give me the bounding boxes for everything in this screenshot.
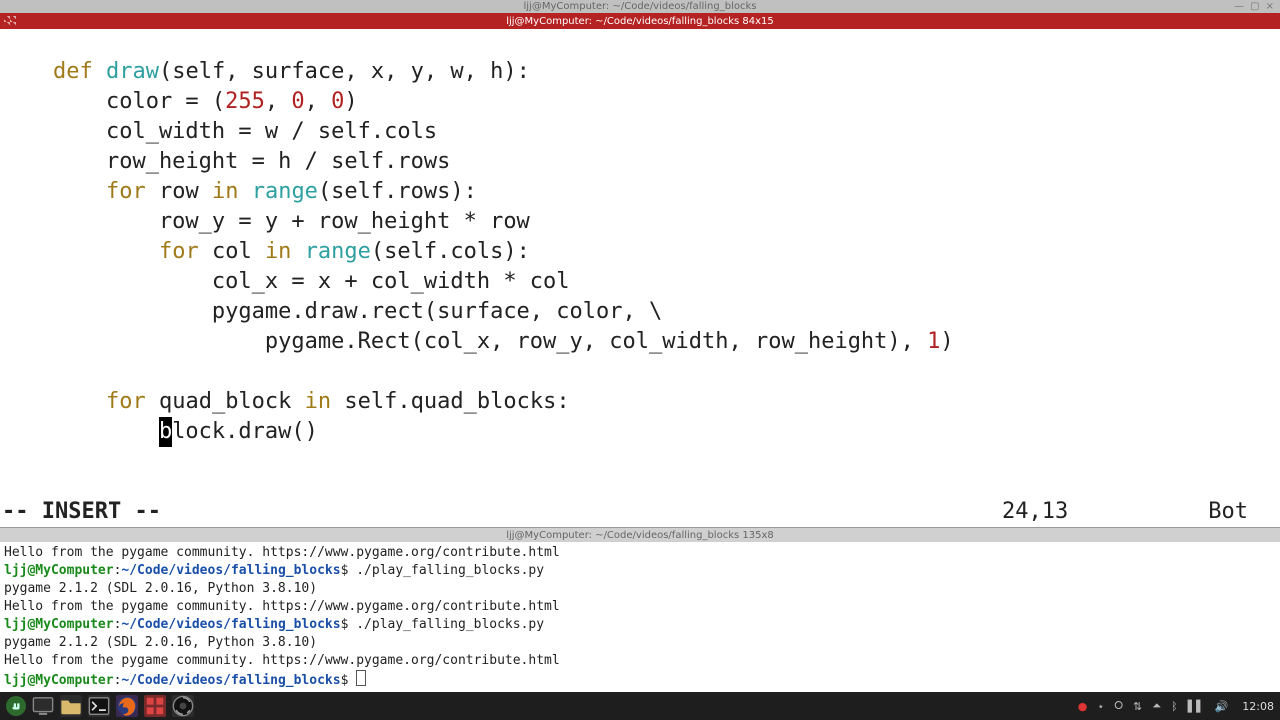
mint-logo-icon <box>9 699 23 713</box>
kw-in: in <box>212 179 239 204</box>
code-text <box>0 389 106 414</box>
vim-editor[interactable]: def draw(self, surface, x, y, w, h): col… <box>0 29 1280 497</box>
terminal-output: Hello from the pygame community. https:/… <box>4 545 560 560</box>
num-literal: 0 <box>291 89 304 114</box>
fn-range: range <box>305 239 371 264</box>
kw-for: for <box>106 389 146 414</box>
network-icon[interactable]: ⇅ <box>1133 700 1142 713</box>
file-manager-button[interactable] <box>60 695 82 717</box>
prompt-user: ljj@MyComputer <box>4 673 114 688</box>
code-text: , <box>305 89 332 114</box>
kw-in: in <box>305 389 332 414</box>
num-literal: 1 <box>927 329 940 354</box>
firefox-button[interactable] <box>116 695 138 717</box>
terminal-pane: ljj@MyComputer: ~/Code/videos/falling_bl… <box>0 528 1280 692</box>
prompt-user: ljj@MyComputer <box>4 617 114 632</box>
prompt-sep: $ <box>341 673 349 688</box>
vim-cursor-pos: 24,13 <box>1002 497 1068 527</box>
prompt-user: ljj@MyComputer <box>4 563 114 578</box>
system-tray: ● ⋆ ⭘ ⇅ ⏶ ᛒ ▌▌ 🔊 12:08 <box>1078 699 1274 713</box>
folder-icon <box>60 695 82 717</box>
app-button[interactable] <box>144 695 166 717</box>
code-text: pygame.Rect(col_x, row_y, col_width, row… <box>0 329 927 354</box>
terminal-command: ./play_falling_blocks.py <box>348 563 544 578</box>
desktop-icon <box>32 695 54 717</box>
grid-icon <box>144 695 166 717</box>
code-text <box>0 239 159 264</box>
prompt-path: ~/Code/videos/falling_blocks <box>121 617 340 632</box>
code-text: ) <box>344 89 357 114</box>
window-title: ljj@MyComputer: ~/Code/videos/falling_bl… <box>524 1 757 12</box>
terminal[interactable]: Hello from the pygame community. https:/… <box>0 542 1280 692</box>
terminal-output: Hello from the pygame community. https:/… <box>4 653 560 668</box>
code-text: col_x = x + col_width * col <box>0 269 570 294</box>
obs-icon <box>172 695 194 717</box>
terminal-icon <box>4 16 16 26</box>
editor-pane: ljj@MyComputer: ~/Code/videos/falling_bl… <box>0 13 1280 528</box>
code-text: lock.draw() <box>172 419 318 444</box>
terminal-icon <box>88 695 110 717</box>
editor-pane-title: ljj@MyComputer: ~/Code/videos/falling_bl… <box>506 16 774 27</box>
battery-icon[interactable]: ▌▌ <box>1188 700 1205 713</box>
terminal-output: Hello from the pygame community. https:/… <box>4 599 560 614</box>
tray-icon[interactable]: ⋆ <box>1097 700 1104 713</box>
code-text: pygame.draw.rect(surface, color, \ <box>0 299 662 324</box>
upload-icon[interactable]: ⏶ <box>1152 699 1161 713</box>
vim-scroll-pos: Bot <box>1208 497 1248 527</box>
code-text: (self.rows): <box>318 179 477 204</box>
tray-icon[interactable]: ⭘ <box>1114 699 1123 713</box>
num-literal: 255 <box>225 89 265 114</box>
taskbar: ● ⋆ ⭘ ⇅ ⏶ ᛒ ▌▌ 🔊 12:08 <box>0 692 1280 720</box>
code-text: col <box>199 239 265 264</box>
obs-button[interactable] <box>172 695 194 717</box>
code-text <box>0 419 159 444</box>
code-text: col_width = w / self.cols <box>0 119 437 144</box>
code-text: quad_block <box>146 389 305 414</box>
kw-def: def <box>53 59 93 84</box>
bluetooth-icon[interactable]: ᛒ <box>1171 700 1178 713</box>
code-text: , <box>265 89 292 114</box>
prompt-path: ~/Code/videos/falling_blocks <box>121 563 340 578</box>
code-text <box>0 179 106 204</box>
fn-draw: draw <box>106 59 159 84</box>
taskbar-clock[interactable]: 12:08 <box>1242 700 1274 713</box>
record-indicator-icon[interactable]: ● <box>1078 700 1088 713</box>
terminal-command: ./play_falling_blocks.py <box>348 617 544 632</box>
vim-status-line: -- INSERT -- 24,13 Bot <box>0 497 1280 527</box>
vim-mode: -- INSERT -- <box>2 497 161 527</box>
terminal-pane-title: ljj@MyComputer: ~/Code/videos/falling_bl… <box>506 530 774 541</box>
kw-for: for <box>106 179 146 204</box>
vim-cursor: b <box>159 417 172 447</box>
prompt-path: ~/Code/videos/falling_blocks <box>121 673 340 688</box>
code-text: (self, surface, x, y, w, h): <box>159 59 530 84</box>
code-text: self.quad_blocks: <box>331 389 569 414</box>
num-literal: 0 <box>331 89 344 114</box>
terminal-app-button[interactable] <box>88 695 110 717</box>
show-desktop-button[interactable] <box>32 695 54 717</box>
code-text: ) <box>940 329 953 354</box>
start-menu-button[interactable] <box>6 696 26 716</box>
editor-pane-titlebar[interactable]: ljj@MyComputer: ~/Code/videos/falling_bl… <box>0 13 1280 29</box>
window-minimize-button[interactable]: — <box>1234 1 1244 12</box>
code-text: color = ( <box>0 89 225 114</box>
kw-in: in <box>265 239 292 264</box>
code-text: (self.cols): <box>371 239 530 264</box>
code-text: row <box>146 179 212 204</box>
terminal-output: pygame 2.1.2 (SDL 2.0.16, Python 3.8.10) <box>4 635 317 650</box>
window-close-button[interactable]: × <box>1266 1 1274 12</box>
window-controls: — ▢ × <box>1234 1 1274 12</box>
window-maximize-button[interactable]: ▢ <box>1250 1 1259 12</box>
volume-icon[interactable]: 🔊 <box>1215 700 1229 713</box>
terminal-output: pygame 2.1.2 (SDL 2.0.16, Python 3.8.10) <box>4 581 317 596</box>
kw-for: for <box>159 239 199 264</box>
firefox-icon <box>116 695 138 717</box>
fn-range: range <box>252 179 318 204</box>
code-text: row_y = y + row_height * row <box>0 209 530 234</box>
terminal-pane-titlebar[interactable]: ljj@MyComputer: ~/Code/videos/falling_bl… <box>0 528 1280 542</box>
terminal-cursor <box>356 670 366 686</box>
window-titlebar[interactable]: ljj@MyComputer: ~/Code/videos/falling_bl… <box>0 0 1280 13</box>
code-text: row_height = h / self.rows <box>0 149 450 174</box>
desktop-window: ljj@MyComputer: ~/Code/videos/falling_bl… <box>0 0 1280 692</box>
